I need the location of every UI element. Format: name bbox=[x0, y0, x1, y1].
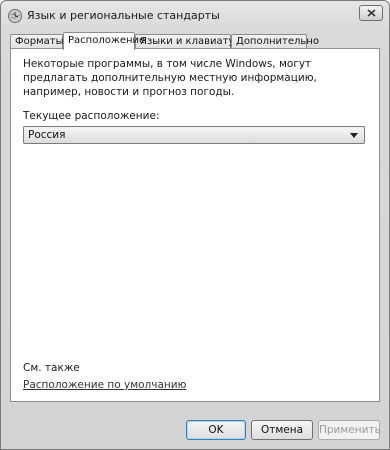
location-dropdown-value: Россия bbox=[28, 129, 66, 141]
location-description: Некоторые программы, в том числе Windows… bbox=[23, 58, 317, 98]
close-icon bbox=[367, 9, 376, 17]
tab-advanced[interactable]: Дополнительно bbox=[231, 34, 319, 49]
apply-button[interactable]: Применить bbox=[318, 420, 381, 440]
tab-languages-keyboards[interactable]: Языки и клавиатуры bbox=[135, 34, 249, 49]
see-also-heading: См. также bbox=[23, 362, 80, 374]
default-location-link[interactable]: Расположение по умолчанию bbox=[23, 379, 186, 391]
ok-button[interactable]: OK bbox=[186, 420, 246, 440]
chevron-down-icon bbox=[350, 133, 358, 138]
current-location-label: Текущее расположение: bbox=[23, 110, 160, 122]
tab-strip: Форматы Расположение Языки и клавиатуры … bbox=[10, 32, 380, 50]
close-button[interactable] bbox=[359, 5, 383, 21]
cancel-button[interactable]: Отмена bbox=[251, 420, 313, 440]
tab-location[interactable]: Расположение bbox=[63, 32, 145, 50]
location-dropdown[interactable]: Россия bbox=[23, 126, 365, 144]
window-title: Язык и региональные стандарты bbox=[27, 9, 220, 22]
globe-clock-icon bbox=[7, 8, 23, 24]
dialog-window: Язык и региональные стандарты Форматы Ра… bbox=[0, 0, 390, 450]
title-bar[interactable]: Язык и региональные стандарты bbox=[1, 1, 389, 31]
tab-formats[interactable]: Форматы bbox=[10, 34, 63, 49]
tab-panel-location: Некоторые программы, в том числе Windows… bbox=[10, 48, 380, 402]
